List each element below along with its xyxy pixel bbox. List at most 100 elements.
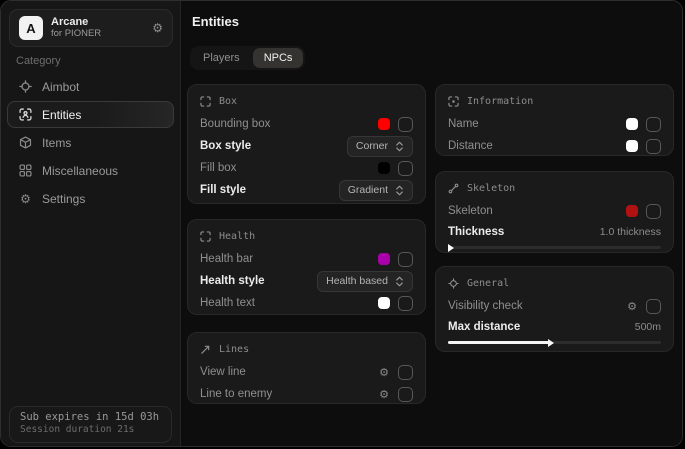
thickness-slider[interactable] xyxy=(448,246,661,249)
color-swatch[interactable] xyxy=(626,118,638,130)
dropdown-value: Gradient xyxy=(348,184,388,196)
setting-row: Fill style Gradient xyxy=(200,179,413,201)
color-swatch[interactable] xyxy=(378,297,390,309)
setting-row: Fill box xyxy=(200,157,413,179)
grid-icon xyxy=(19,164,32,177)
crosshair-icon xyxy=(19,80,32,93)
health-card: Health Health bar Health style Health ba… xyxy=(187,219,426,315)
color-swatch[interactable] xyxy=(626,205,638,217)
color-swatch[interactable] xyxy=(378,253,390,265)
skeleton-card: Skeleton Skeleton Thickness 1.0 thicknes… xyxy=(435,171,674,253)
app-subtitle: for PIONER xyxy=(51,29,101,40)
box-style-dropdown[interactable]: Corner xyxy=(347,136,413,157)
card-title: General xyxy=(467,278,509,289)
name-checkbox[interactable] xyxy=(646,117,661,132)
settings-gear-icon[interactable]: ⚙ xyxy=(152,21,163,35)
slider-handle[interactable] xyxy=(448,244,454,252)
entity-scan-icon xyxy=(19,108,32,121)
line-to-enemy-checkbox[interactable] xyxy=(398,387,413,402)
sidebar-nav: Aimbot Entities Items xyxy=(7,73,174,213)
setting-label: Fill style xyxy=(200,184,339,196)
sidebar-item-label: Aimbot xyxy=(42,80,79,94)
setting-row: Health bar xyxy=(200,248,413,270)
card-title: Information xyxy=(467,96,533,107)
tab-npcs[interactable]: NPCs xyxy=(253,48,304,68)
slider-handle[interactable] xyxy=(548,339,554,347)
app-title-block: Arcane for PIONER xyxy=(51,16,101,40)
package-icon xyxy=(19,136,32,149)
color-swatch[interactable] xyxy=(378,162,390,174)
tab-group: Players NPCs xyxy=(190,46,305,70)
skeleton-checkbox[interactable] xyxy=(646,204,661,219)
sidebar-item-entities[interactable]: Entities xyxy=(7,101,174,128)
category-label: Category xyxy=(16,55,61,67)
setting-row: Name xyxy=(448,113,661,135)
slider-fill xyxy=(448,341,550,344)
gear-icon: ⚙ xyxy=(19,192,32,205)
card-title: Skeleton xyxy=(467,183,515,194)
sidebar: A Arcane for PIONER ⚙ Category Aimbot xyxy=(1,1,181,446)
crosshair-dot-icon xyxy=(448,278,459,289)
health-text-checkbox[interactable] xyxy=(398,296,413,311)
setting-label: Health bar xyxy=(200,253,378,265)
lines-card: Lines View line ⚙ Line to enemy ⚙ xyxy=(187,332,426,404)
page-title: Entities xyxy=(192,14,239,29)
setting-row: Bounding box xyxy=(200,113,413,135)
setting-label: Fill box xyxy=(200,162,378,174)
chevron-selector-icon xyxy=(395,185,404,196)
setting-row: View line ⚙ xyxy=(200,361,413,383)
sidebar-item-miscellaneous[interactable]: Miscellaneous xyxy=(7,157,174,184)
health-card-header: Health xyxy=(200,229,413,243)
setting-row: Visibility check ⚙ xyxy=(448,295,661,317)
color-swatch[interactable] xyxy=(626,140,638,152)
view-line-checkbox[interactable] xyxy=(398,365,413,380)
tab-players[interactable]: Players xyxy=(192,48,251,68)
fill-style-dropdown[interactable]: Gradient xyxy=(339,180,413,201)
general-card-header: General xyxy=(448,276,661,290)
setting-label: Skeleton xyxy=(448,205,626,217)
sub-expiry-text: Sub expires in 15d 03h xyxy=(20,411,161,423)
health-bar-checkbox[interactable] xyxy=(398,252,413,267)
setting-label: Visibility check xyxy=(448,300,627,312)
dropdown-value: Health based xyxy=(326,275,388,287)
max-distance-value: 500m xyxy=(635,321,661,333)
setting-row: Box style Corner xyxy=(200,135,413,157)
bounding-box-checkbox[interactable] xyxy=(398,117,413,132)
sidebar-item-items[interactable]: Items xyxy=(7,129,174,156)
slider-header-row: Max distance 500m xyxy=(448,317,661,336)
line-to-enemy-options-gear-icon[interactable]: ⚙ xyxy=(379,389,389,400)
information-card-header: Information xyxy=(448,94,661,108)
visibility-check-checkbox[interactable] xyxy=(646,299,661,314)
card-title: Box xyxy=(219,96,237,107)
view-line-options-gear-icon[interactable]: ⚙ xyxy=(379,367,389,378)
card-title: Lines xyxy=(219,344,249,355)
dropdown-value: Corner xyxy=(356,140,388,152)
setting-label: Thickness xyxy=(448,226,600,238)
sidebar-item-settings[interactable]: ⚙ Settings xyxy=(7,185,174,212)
setting-label: Health style xyxy=(200,275,317,287)
bone-icon xyxy=(448,183,459,194)
color-swatch[interactable] xyxy=(378,118,390,130)
health-style-dropdown[interactable]: Health based xyxy=(317,271,413,292)
visibility-check-options-gear-icon[interactable]: ⚙ xyxy=(627,301,637,312)
chevron-selector-icon xyxy=(395,276,404,287)
main-content: Entities Players NPCs Box Bounding box xyxy=(182,1,682,446)
setting-label: Max distance xyxy=(448,321,635,333)
setting-label: View line xyxy=(200,366,379,378)
fill-box-checkbox[interactable] xyxy=(398,161,413,176)
card-title: Health xyxy=(219,231,255,242)
subscription-info-card: Sub expires in 15d 03h Session duration … xyxy=(9,406,172,443)
app-logo: A xyxy=(19,16,43,40)
distance-checkbox[interactable] xyxy=(646,139,661,154)
box-card: Box Bounding box Box style Corner Fill b… xyxy=(187,84,426,204)
diagonal-line-icon xyxy=(200,344,211,355)
scan-brackets-icon xyxy=(200,231,211,242)
max-distance-slider[interactable] xyxy=(448,341,661,344)
setting-row: Distance xyxy=(448,135,661,157)
setting-label: Box style xyxy=(200,140,347,152)
sidebar-item-aimbot[interactable]: Aimbot xyxy=(7,73,174,100)
sidebar-item-label: Settings xyxy=(42,192,85,206)
setting-label: Name xyxy=(448,118,626,130)
scan-brackets-icon xyxy=(200,96,211,107)
setting-row: Skeleton xyxy=(448,200,661,222)
